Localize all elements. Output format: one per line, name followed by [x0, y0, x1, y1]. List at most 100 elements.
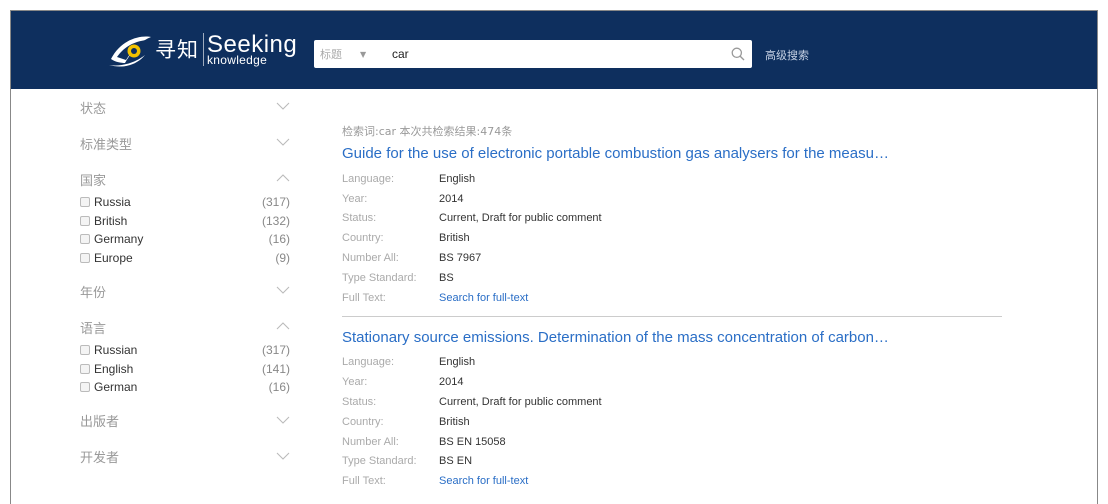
logo-eye-icon: [107, 29, 153, 69]
facet-header[interactable]: 国家: [80, 161, 290, 197]
field-label: Number All:: [342, 435, 399, 448]
checkbox-icon[interactable]: [80, 363, 90, 374]
field-value: Current, Draft for public comment: [439, 212, 602, 225]
result-field: Type Standard: BS EN: [342, 452, 1002, 472]
field-label: Year:: [342, 376, 368, 389]
facet-option-label[interactable]: Russia: [80, 195, 131, 209]
result-field: Language: English: [342, 353, 1002, 373]
field-label: Status:: [342, 212, 377, 225]
facet-option: Russian (317): [80, 341, 290, 360]
facet-option-text: British: [94, 213, 128, 228]
result-field: Number All: BS EN 15058: [342, 432, 1002, 452]
page-frame: 寻知 Seeking knowledge 标题 ▼ 高级搜索 状态标准类型国家 R…: [10, 10, 1098, 504]
facet-group: 开发者: [80, 439, 290, 475]
chevron-down-icon[interactable]: [276, 282, 290, 300]
chevron-down-icon[interactable]: [276, 448, 290, 466]
result-title-link[interactable]: Stationary source emissions. Determinati…: [342, 329, 1002, 346]
field-value: British: [439, 232, 470, 245]
facet-option-label[interactable]: English: [80, 362, 133, 376]
chevron-down-icon[interactable]: [276, 134, 290, 152]
checkbox-icon[interactable]: [80, 345, 90, 356]
facet-option-text: German: [94, 380, 138, 395]
facet-option-text: English: [94, 361, 134, 376]
field-label: Type Standard:: [342, 271, 417, 284]
facet-option-count: (317): [261, 343, 290, 358]
facet-option: English (141): [80, 360, 290, 379]
result-field: Status: Current, Draft for public comment: [342, 209, 1002, 229]
chevron-down-icon[interactable]: [276, 98, 290, 116]
facet-header[interactable]: 出版者: [80, 403, 290, 439]
results-panel: 检索词:car 本次共检索结果:474条 Guide for the use o…: [342, 89, 1002, 491]
facet-header[interactable]: 语言: [80, 309, 290, 345]
field-value: 2014: [439, 192, 464, 205]
caret-down-icon: ▼: [360, 49, 367, 59]
facet-header[interactable]: 状态: [80, 89, 290, 125]
facet-option: German (16): [80, 378, 290, 397]
facet-title: 状态: [80, 101, 107, 117]
facet-group: 语言 Russian (317) English (141) German (16): [80, 309, 290, 403]
checkbox-icon[interactable]: [80, 234, 90, 245]
full-text-link[interactable]: Search for full-text: [439, 292, 528, 304]
facet-option-label[interactable]: German: [80, 380, 137, 394]
facet-option-count: (16): [268, 380, 290, 395]
facet-option-count: (16): [268, 232, 290, 247]
facet-option-label[interactable]: British: [80, 214, 127, 228]
result-list: Guide for the use of electronic portable…: [342, 139, 1002, 491]
facet-option-count: (317): [261, 195, 290, 210]
field-label: Language:: [342, 172, 394, 185]
facet-header[interactable]: 年份: [80, 273, 290, 309]
header-bar: 寻知 Seeking knowledge 标题 ▼ 高级搜索: [11, 11, 1097, 89]
facet-option-label[interactable]: Russian: [80, 343, 137, 357]
logo-chinese-text: 寻知: [155, 38, 199, 62]
checkbox-icon[interactable]: [80, 197, 90, 208]
field-value: 2014: [439, 376, 464, 389]
search-summary: 检索词:car 本次共检索结果:474条: [342, 125, 513, 138]
checkbox-icon[interactable]: [80, 252, 90, 263]
facet-group: 国家 Russia (317) British (132) Germany (16) Euro…: [80, 161, 290, 273]
result-title-link[interactable]: Guide for the use of electronic portable…: [342, 145, 1002, 162]
search-input[interactable]: [374, 40, 724, 68]
result-field: Full Text: Search for full-text: [342, 471, 1002, 491]
field-value: Current, Draft for public comment: [439, 396, 602, 409]
field-value: British: [439, 415, 470, 428]
facet-option-label[interactable]: Germany: [80, 232, 143, 246]
checkbox-icon[interactable]: [80, 382, 90, 393]
facet-sidebar: 状态标准类型国家 Russia (317) British (132) Germany (1…: [80, 89, 290, 475]
checkbox-icon[interactable]: [80, 215, 90, 226]
chevron-up-icon[interactable]: [276, 170, 290, 188]
result-field: Language: English: [342, 169, 1002, 189]
facet-option-label[interactable]: Europe: [80, 251, 133, 265]
field-label: Country:: [342, 415, 384, 428]
facet-option: Germany (16): [80, 230, 290, 249]
field-label: Year:: [342, 192, 368, 205]
facet-option-count: (9): [275, 250, 290, 265]
logo-english-text: Seeking knowledge: [203, 32, 297, 66]
site-logo[interactable]: 寻知 Seeking knowledge: [107, 25, 297, 73]
advanced-search-link[interactable]: 高级搜索: [765, 47, 809, 63]
search-icon[interactable]: [724, 40, 752, 68]
facet-option-count: (132): [261, 213, 290, 228]
search-field-label: 标题: [320, 48, 342, 61]
chevron-up-icon[interactable]: [276, 318, 290, 336]
field-label: Full Text:: [342, 475, 386, 488]
facet-header[interactable]: 标准类型: [80, 125, 290, 161]
field-label: Country:: [342, 232, 384, 245]
facet-option-text: Europe: [94, 250, 133, 265]
facet-option-text: Germany: [94, 232, 144, 247]
chevron-down-icon[interactable]: [276, 412, 290, 430]
facet-option-count: (141): [261, 361, 290, 376]
facet-title: 标准类型: [80, 137, 133, 153]
facet-title: 语言: [80, 321, 107, 337]
facet-option-text: Russian: [94, 343, 138, 358]
result-field: Full Text: Search for full-text: [342, 288, 1002, 308]
result-field: Number All: BS 7967: [342, 248, 1002, 268]
facet-option-text: Russia: [94, 195, 131, 210]
facet-header[interactable]: 开发者: [80, 439, 290, 475]
full-text-link[interactable]: Search for full-text: [439, 475, 528, 487]
result-item: Guide for the use of electronic portable…: [342, 139, 1002, 308]
field-value: BS EN 15058: [439, 435, 506, 448]
result-item: Stationary source emissions. Determinati…: [342, 315, 1002, 492]
facet-group: 年份: [80, 273, 290, 309]
search-field-select[interactable]: 标题 ▼: [314, 40, 374, 68]
result-field: Year: 2014: [342, 189, 1002, 209]
